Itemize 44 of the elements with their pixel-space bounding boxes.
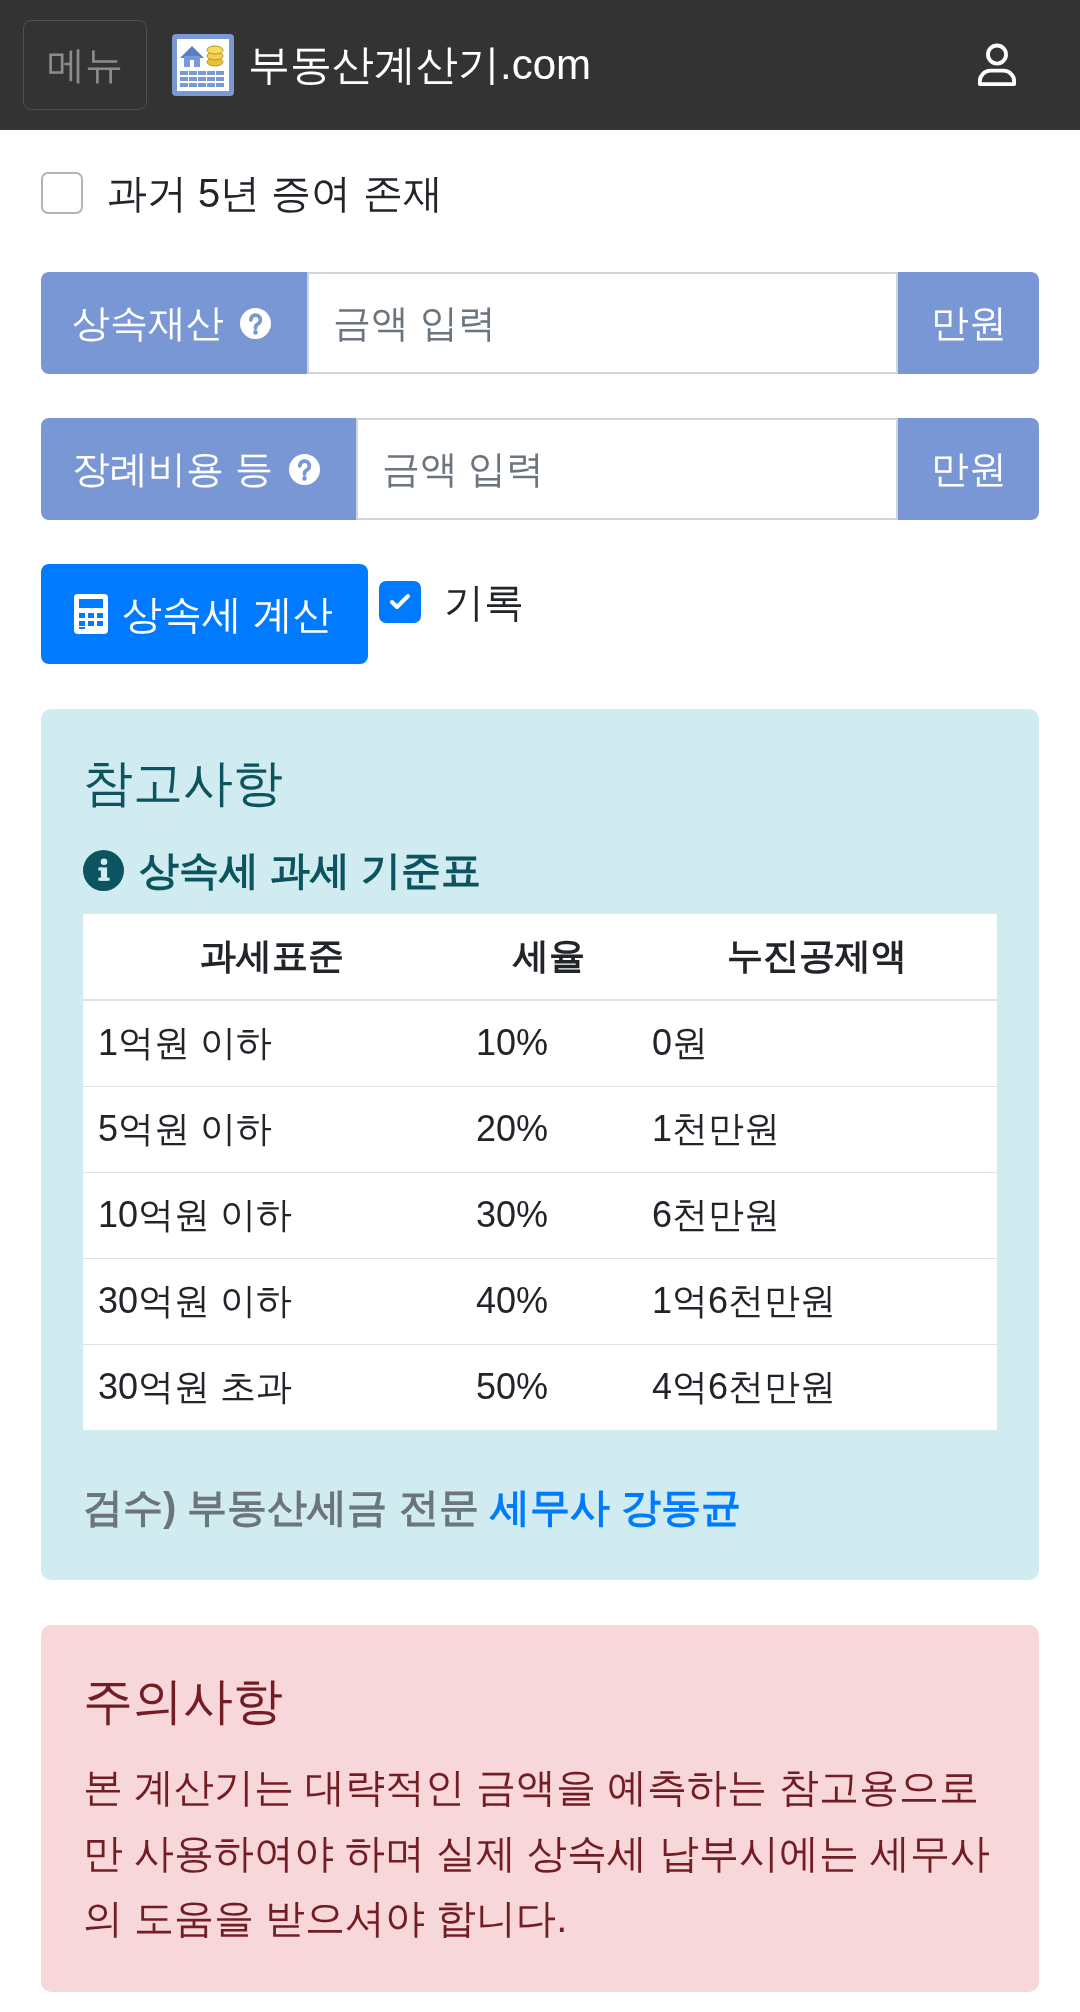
table-cell: 1억6천만원 (637, 1258, 997, 1344)
checkbox-label: 과거 5년 증여 존재 (107, 170, 443, 217)
panel-title: 주의사항 (83, 1672, 284, 1731)
user-icon[interactable] (977, 43, 1017, 87)
calculator-icon (74, 594, 108, 634)
calculate-button[interactable]: 상속세 계산 (41, 564, 369, 664)
menu-button[interactable]: 메뉴 (23, 20, 147, 110)
table-cell: 30% (461, 1172, 637, 1258)
info-icon (83, 849, 124, 891)
column-header: 누진공제액 (637, 914, 997, 1000)
checkmark-icon (389, 593, 412, 611)
help-icon[interactable] (288, 453, 320, 485)
panel-title: 참고사항 (83, 754, 284, 813)
amount-input[interactable]: 금액 입력 (307, 272, 898, 374)
table-cell: 6천만원 (637, 1172, 997, 1258)
reviewer-link[interactable]: 세무사 강동균 (489, 1485, 741, 1529)
help-icon[interactable] (240, 307, 271, 339)
table-cell: 4억6천만원 (637, 1344, 997, 1430)
warning-text: 본 계산기는 대략적인 금액을 예측하는 참고용으로만 사용하여야 하며 실제 상속세 납부시에는 세무사의 도움을 받으셔야 합니다. (83, 1764, 991, 1942)
table-cell: 30억원 초과 (83, 1344, 461, 1430)
table-cell: 1천만원 (637, 1086, 997, 1172)
table-cell: 5억원 이하 (83, 1086, 461, 1172)
field-label: 상속재산 (72, 300, 224, 346)
checkbox[interactable] (379, 581, 422, 623)
table-cell: 10% (461, 1000, 637, 1086)
checkbox-label: 기록 (444, 579, 525, 626)
site-title[interactable]: 부동산계산기.com (248, 44, 591, 86)
house-coins-grid-icon[interactable] (172, 34, 234, 96)
table-cell: 1억원 이하 (83, 1000, 461, 1086)
column-header: 과세표준 (83, 914, 461, 1000)
unit-label: 만원 (898, 418, 1039, 520)
checkbox[interactable] (41, 172, 83, 214)
table-cell: 20% (461, 1086, 637, 1172)
table-cell: 0원 (637, 1000, 997, 1086)
field-label: 장례비용 등 (72, 446, 273, 492)
table-cell: 50% (461, 1344, 637, 1430)
table-cell: 40% (461, 1258, 637, 1344)
amount-input[interactable]: 금액 입력 (355, 418, 898, 520)
table-cell: 30억원 이하 (83, 1258, 461, 1344)
table-cell: 10억원 이하 (83, 1172, 461, 1258)
unit-label: 만원 (898, 272, 1039, 374)
review-note: 검수) 부동산세금 전문 세무사 강동균 (83, 1484, 742, 1531)
table-title: 상속세 과세 기준표 (139, 847, 482, 894)
column-header: 세율 (461, 914, 637, 1000)
